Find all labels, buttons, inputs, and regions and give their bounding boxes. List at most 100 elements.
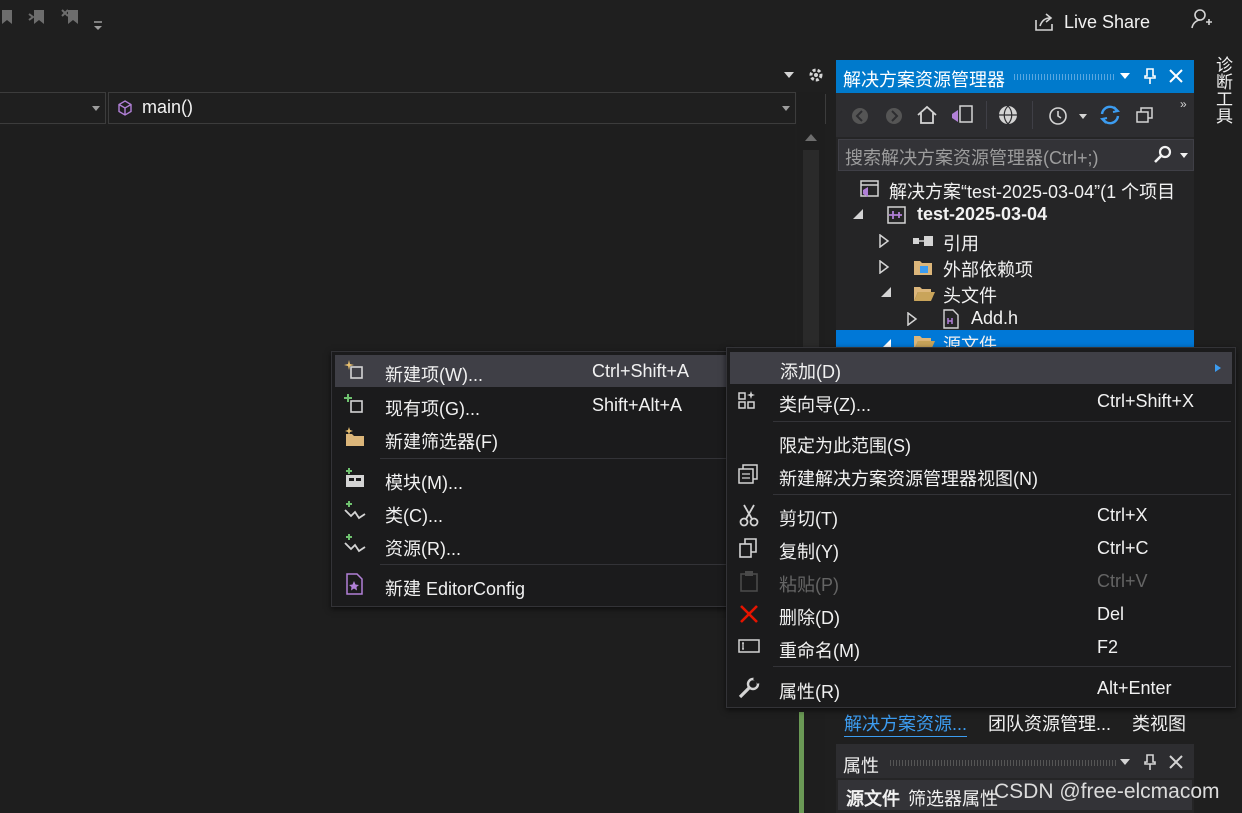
globe-icon[interactable] [997, 104, 1019, 126]
menu-item-shortcut: Alt+Enter [1097, 678, 1172, 698]
menu-item-shortcut: Del [1097, 604, 1125, 624]
menu-item-new-view[interactable]: 新建解决方案资源管理器视图(N) [727, 459, 1233, 491]
panel-title: 属性 [843, 756, 879, 776]
toolbar-separator [986, 101, 987, 129]
submenu-arrow-icon [1214, 363, 1222, 373]
menu-item-delete[interactable]: 删除(D) Del [727, 598, 1233, 630]
collapsed-triangle-icon[interactable] [878, 234, 890, 248]
tree-item-project[interactable]: test-2025-03-04 [836, 202, 1194, 228]
menu-item-rename[interactable]: 重命名(M) F2 [727, 631, 1233, 663]
pin-icon[interactable] [1143, 67, 1157, 85]
toolbar-overflow-icon[interactable]: » [1180, 97, 1187, 111]
editorconfig-icon [344, 573, 366, 595]
menu-item-add[interactable]: 添加(D) [730, 352, 1232, 384]
tree-item-header-files[interactable]: 头文件 [836, 280, 1194, 306]
menu-item-cut[interactable]: 剪切(T) Ctrl+X [727, 499, 1233, 531]
tree-item-references[interactable]: 引用 [836, 228, 1194, 254]
collapsed-triangle-icon[interactable] [878, 260, 890, 274]
solution-search-input[interactable]: 搜索解决方案资源管理器(Ctrl+;) [838, 139, 1194, 171]
chevron-down-icon[interactable] [1179, 152, 1189, 160]
object-type: 筛选器属性 [908, 789, 998, 809]
menu-item-shortcut: F2 [1097, 637, 1119, 657]
cpp-project-icon [886, 205, 908, 225]
switch-views-icon[interactable] [950, 104, 974, 126]
forward-icon[interactable] [884, 106, 904, 126]
menu-item-class-wizard[interactable]: 类向导(Z)... Ctrl+Shift+X [727, 385, 1233, 417]
menu-item-new-item[interactable]: 新建项(W)... Ctrl+Shift+A [335, 355, 727, 387]
pending-changes-clock-icon[interactable] [1046, 104, 1070, 126]
home-icon[interactable] [916, 104, 938, 126]
menu-item-resource[interactable]: 资源(R)... [332, 529, 728, 561]
tab-solution-explorer[interactable]: 解决方案资源... [844, 710, 968, 737]
tab-dropdown-icon[interactable] [782, 70, 796, 80]
menu-item-label: 添加(D) [780, 362, 841, 382]
header-file-icon [942, 309, 960, 329]
bookmark-next-icon[interactable] [28, 8, 50, 26]
tree-item-add-h[interactable]: Add.h [836, 306, 1194, 332]
menu-item-module[interactable]: 模块(M)... [332, 463, 728, 495]
tab-team-explorer[interactable]: 团队资源管理... [988, 710, 1111, 736]
sync-refresh-icon[interactable] [1098, 103, 1122, 127]
search-icon[interactable] [1153, 145, 1175, 165]
menu-item-scope[interactable]: 限定为此范围(S) [727, 426, 1233, 458]
tree-item-external-deps[interactable]: 外部依赖项 [836, 254, 1194, 280]
solution-icon [858, 179, 880, 199]
menu-item-label: 剪切(T) [779, 509, 838, 529]
window-position-icon[interactable] [1119, 72, 1131, 80]
new-item-icon [343, 359, 365, 381]
method-cube-icon [117, 100, 133, 116]
menu-item-new-editorconfig[interactable]: 新建 EditorConfig [332, 569, 728, 601]
menu-item-paste-disabled: 粘贴(P) Ctrl+V [727, 565, 1233, 597]
menu-item-label: 现有项(G)... [385, 399, 480, 419]
user-account-icon[interactable] [1190, 8, 1214, 30]
close-icon[interactable] [1168, 754, 1184, 770]
menu-item-existing-item[interactable]: 现有项(G)... Shift+Alt+A [332, 389, 728, 421]
expanded-triangle-icon[interactable] [852, 208, 864, 220]
search-placeholder: 搜索解决方案资源管理器(Ctrl+;) [845, 148, 1099, 168]
resource-icon [343, 533, 367, 555]
clear-bookmarks-icon[interactable] [60, 8, 84, 26]
tree-item-solution[interactable]: 解决方案“test-2025-03-04”(1 个项目 [836, 176, 1194, 202]
menu-item-label: 类(C)... [385, 506, 443, 526]
back-icon[interactable] [850, 106, 870, 126]
menu-item-properties[interactable]: 属性(R) Alt+Enter [727, 672, 1233, 704]
function-combo[interactable]: main() [108, 92, 796, 124]
menu-item-class[interactable]: 类(C)... [332, 496, 728, 528]
editor-navigation-bar: main() [0, 92, 826, 124]
collapsed-triangle-icon[interactable] [906, 312, 918, 326]
gear-icon[interactable] [806, 65, 826, 85]
scroll-up-icon[interactable] [804, 132, 818, 142]
menu-item-label: 新建筛选器(F) [385, 432, 498, 452]
window-position-icon[interactable] [1119, 758, 1131, 766]
chevron-down-icon[interactable] [1078, 113, 1088, 121]
tab-class-view[interactable]: 类视图 [1132, 710, 1186, 736]
menu-separator [380, 458, 726, 459]
copy-icon [737, 536, 761, 560]
close-icon[interactable] [1168, 68, 1184, 84]
class-wizard-icon [343, 500, 367, 522]
existing-item-icon [343, 393, 365, 415]
bookmark-icon[interactable] [0, 8, 14, 26]
tree-item-label: 解决方案“test-2025-03-04”(1 个项目 [889, 182, 1176, 202]
external-deps-icon [912, 257, 934, 277]
pin-icon[interactable] [1143, 753, 1157, 771]
properties-titlebar[interactable]: 属性 [836, 744, 1194, 778]
watermark-text: CSDN @free-elcmacom [994, 780, 1220, 803]
menu-item-label: 新建解决方案资源管理器视图(N) [779, 469, 1038, 489]
expanded-triangle-icon[interactable] [880, 286, 892, 298]
drag-grip[interactable] [1014, 74, 1114, 80]
menu-separator [773, 666, 1231, 667]
drag-grip[interactable] [890, 760, 1118, 766]
menu-item-label: 资源(R)... [385, 539, 461, 559]
live-share-button[interactable]: Live Share [1034, 9, 1150, 35]
menu-item-copy[interactable]: 复制(Y) Ctrl+C [727, 532, 1233, 564]
menu-item-new-filter[interactable]: 新建筛选器(F) [332, 422, 728, 454]
toolbar-overflow-icon[interactable] [92, 20, 104, 34]
diagnostic-tools-tab[interactable]: 诊断工具 [1210, 56, 1235, 124]
solution-explorer-titlebar[interactable]: 解决方案资源管理器 [836, 60, 1194, 93]
rename-icon [737, 635, 761, 657]
collapse-all-icon[interactable] [1135, 105, 1157, 125]
tree-item-label: 外部依赖项 [943, 260, 1033, 280]
scope-combo[interactable] [0, 92, 106, 124]
chevron-down-icon [781, 105, 791, 113]
